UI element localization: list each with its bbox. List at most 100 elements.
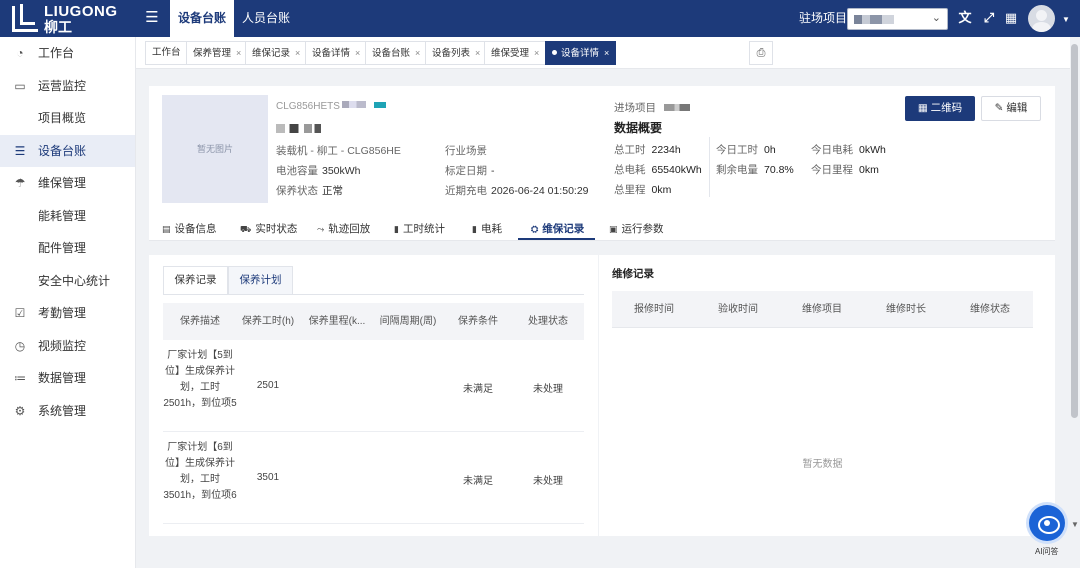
repair-panel: 维修记录 报修时间 验收时间 维修项目 维修时长 维修状态 暂无数据 [599,255,1055,536]
tab-options-icon[interactable]: ⎙ [749,41,773,65]
subtab-maint-plan[interactable]: 保养计划 [228,266,293,295]
tab-energy[interactable]: ▮ 电耗 [472,221,502,236]
station-value-redacted [854,15,894,24]
avatar-caret-icon[interactable]: ▼ [1062,15,1070,24]
page-tab-maint-accept[interactable]: 维保受理 × [484,41,547,65]
close-icon[interactable]: × [355,48,360,58]
sidebar-item-data[interactable]: ≔ 数据管理 [0,362,135,395]
close-icon[interactable]: × [236,48,241,58]
sidebar-item-parts[interactable]: 配件管理 [0,232,135,265]
col-condition: 保养条件 [458,316,498,327]
maintenance-icon: ⛭ [531,224,539,234]
scroll-down-icon[interactable]: ▼ [1071,520,1079,529]
status-indicator-icon [373,102,386,108]
truck-icon: ⛟ [240,224,252,234]
fullscreen-icon[interactable]: ⤢ [980,9,998,27]
recent-charge: 近期充电 2026-06-24 01:50:29 [445,185,589,197]
info-icon: ▤ [162,224,171,234]
page-tab-workbench[interactable]: 工作台 [145,41,188,65]
tab-device-info[interactable]: ▤ 设备信息 [162,221,217,236]
today-hours: 今日工时 0h [716,144,776,156]
tab-run-params[interactable]: ▣ 运行参数 [609,221,664,236]
list-settings-icon: ≔ [14,371,26,385]
sidebar-item-workbench[interactable]: ◔ 工作台 [0,37,135,70]
row-state: 未处理 [533,384,563,395]
device-model-code: CLG856HETS [276,101,386,112]
top-tab-device-ledger[interactable]: 设备台账 [170,0,234,37]
plan-table-header: 保养描述 保养工时(h) 保养里程(k... 间隔周期(周) 保养条件 处理状态 [163,303,584,340]
page-tab-device-ledger[interactable]: 设备台账 × [365,41,428,65]
ai-assistant-button[interactable] [1029,505,1065,541]
menu-toggle-icon[interactable]: ☰ [144,10,160,26]
close-icon[interactable]: × [415,48,420,58]
sidebar-item-attendance[interactable]: ☑ 考勤管理 [0,297,135,330]
page-tab-device-list[interactable]: 设备列表 × [425,41,488,65]
page-tab-maintenance-mgmt[interactable]: 保养管理 × [186,41,249,65]
table-row: 厂家计划【6到位】生成保养计划，工时3501h，到位项6 3501 未满足 未处… [163,432,584,524]
total-hours: 总工时 2234h [614,144,681,156]
close-icon[interactable]: × [604,48,609,58]
qr-code-button[interactable]: ▦ 二维码 [905,96,975,121]
sidebar-item-maintenance[interactable]: ☂ 维保管理 [0,167,135,200]
close-icon[interactable]: × [295,48,300,58]
params-icon: ▣ [609,224,618,234]
tab-hours-stats[interactable]: ▮ 工时统计 [394,221,445,236]
col-repair-duration: 维修时长 [886,304,926,315]
repair-title: 维修记录 [612,268,654,280]
battery-capacity: 电池容量 350kWh [276,165,361,177]
sidebar-item-device-ledger[interactable]: ☰ 设备台账 [0,134,135,167]
col-interval: 间隔周期(周) [379,316,437,327]
close-icon[interactable]: × [534,48,539,58]
maintenance-status: 保养状态 正常 [276,185,343,197]
calibration-date: 标定日期 - [445,165,495,177]
page-tab-device-detail-active[interactable]: 设备详情 × [545,41,617,65]
brand-logo[interactable]: LIUGONG 柳工 [0,0,136,37]
brand-name-en: LIUGONG [44,2,118,20]
page-tab-maint-records[interactable]: 维保记录 × [245,41,308,65]
row-desc: 厂家计划【6到位】生成保养计划，工时3501h，到位项6 [163,442,237,501]
col-report-time: 报修时间 [634,304,674,315]
today-energy: 今日电耗 0kWh [811,144,886,156]
calendar-check-icon: ☑ [14,306,26,320]
today-mileage: 今日里程 0km [811,164,879,176]
tab-maintenance-records[interactable]: ⛭ 维保记录 [531,221,584,236]
subtab-maint-records[interactable]: 保养记录 [163,266,228,295]
col-desc: 保养描述 [180,316,220,327]
liugong-logo-icon [12,3,38,32]
qr-icon: ▦ [917,102,931,114]
page-tab-device-detail[interactable]: 设备详情 × [305,41,368,65]
sidebar-item-system[interactable]: ⚙ 系统管理 [0,395,135,428]
monitor-icon: ▭ [14,78,26,93]
tab-realtime-status[interactable]: ⛟ 实时状态 [240,221,297,236]
sidebar-item-video[interactable]: ◷ 视频监控 [0,330,135,363]
sidebar-item-operation-monitor[interactable]: ▭ 运营监控 [0,70,135,103]
tab-track-playback[interactable]: ⤳ 轨迹回放 [317,221,370,236]
page-tabs-bar: 工作台 保养管理 × 维保记录 × 设备详情 × 设备台账 × 设备列表 × 维保受理 × … [136,37,1080,69]
entry-project: 进场项目 [614,100,690,115]
sidebar-item-energy[interactable]: 能耗管理 [0,200,135,233]
sidebar-item-safety[interactable]: 安全中心统计 [0,265,135,298]
close-icon[interactable]: × [475,48,480,58]
layout-icon[interactable]: ▦ [1002,9,1020,27]
scrollbar-thumb[interactable] [1071,44,1078,418]
total-energy: 总电耗 65540kWh [614,164,702,176]
table-row: 厂家计划【5到位】生成保养计划，工时2501h，到位项5 2501 未满足 未处… [163,340,584,432]
top-tab-staff-ledger[interactable]: 人员台账 [236,0,296,37]
edit-button[interactable]: ✎ 编辑 [981,96,1041,121]
translate-icon[interactable]: 文 [956,9,974,27]
col-state: 处理状态 [528,316,568,327]
col-repair-item: 维修项目 [802,304,842,315]
avatar[interactable] [1028,5,1055,32]
col-hours: 保养工时(h) [241,316,295,327]
row-desc: 厂家计划【5到位】生成保养计划，工时2501h，到位项5 [163,350,237,409]
dashboard-icon: ◔ [16,46,24,60]
station-select[interactable]: ⌄ [847,8,948,30]
chevron-down-icon: ⌄ [931,12,941,24]
ai-assistant-label: AI问答 [1035,547,1059,556]
route-icon: ⤳ [317,224,325,234]
device-image-placeholder: 暂无图片 [162,95,268,203]
repair-table-header: 报修时间 验收时间 维修项目 维修时长 维修状态 [612,291,1033,328]
sidebar-item-project-overview[interactable]: 项目概览 [0,102,135,135]
overview-title: 数据概要 [614,121,663,135]
station-label: 驻场项目: [799,11,851,25]
